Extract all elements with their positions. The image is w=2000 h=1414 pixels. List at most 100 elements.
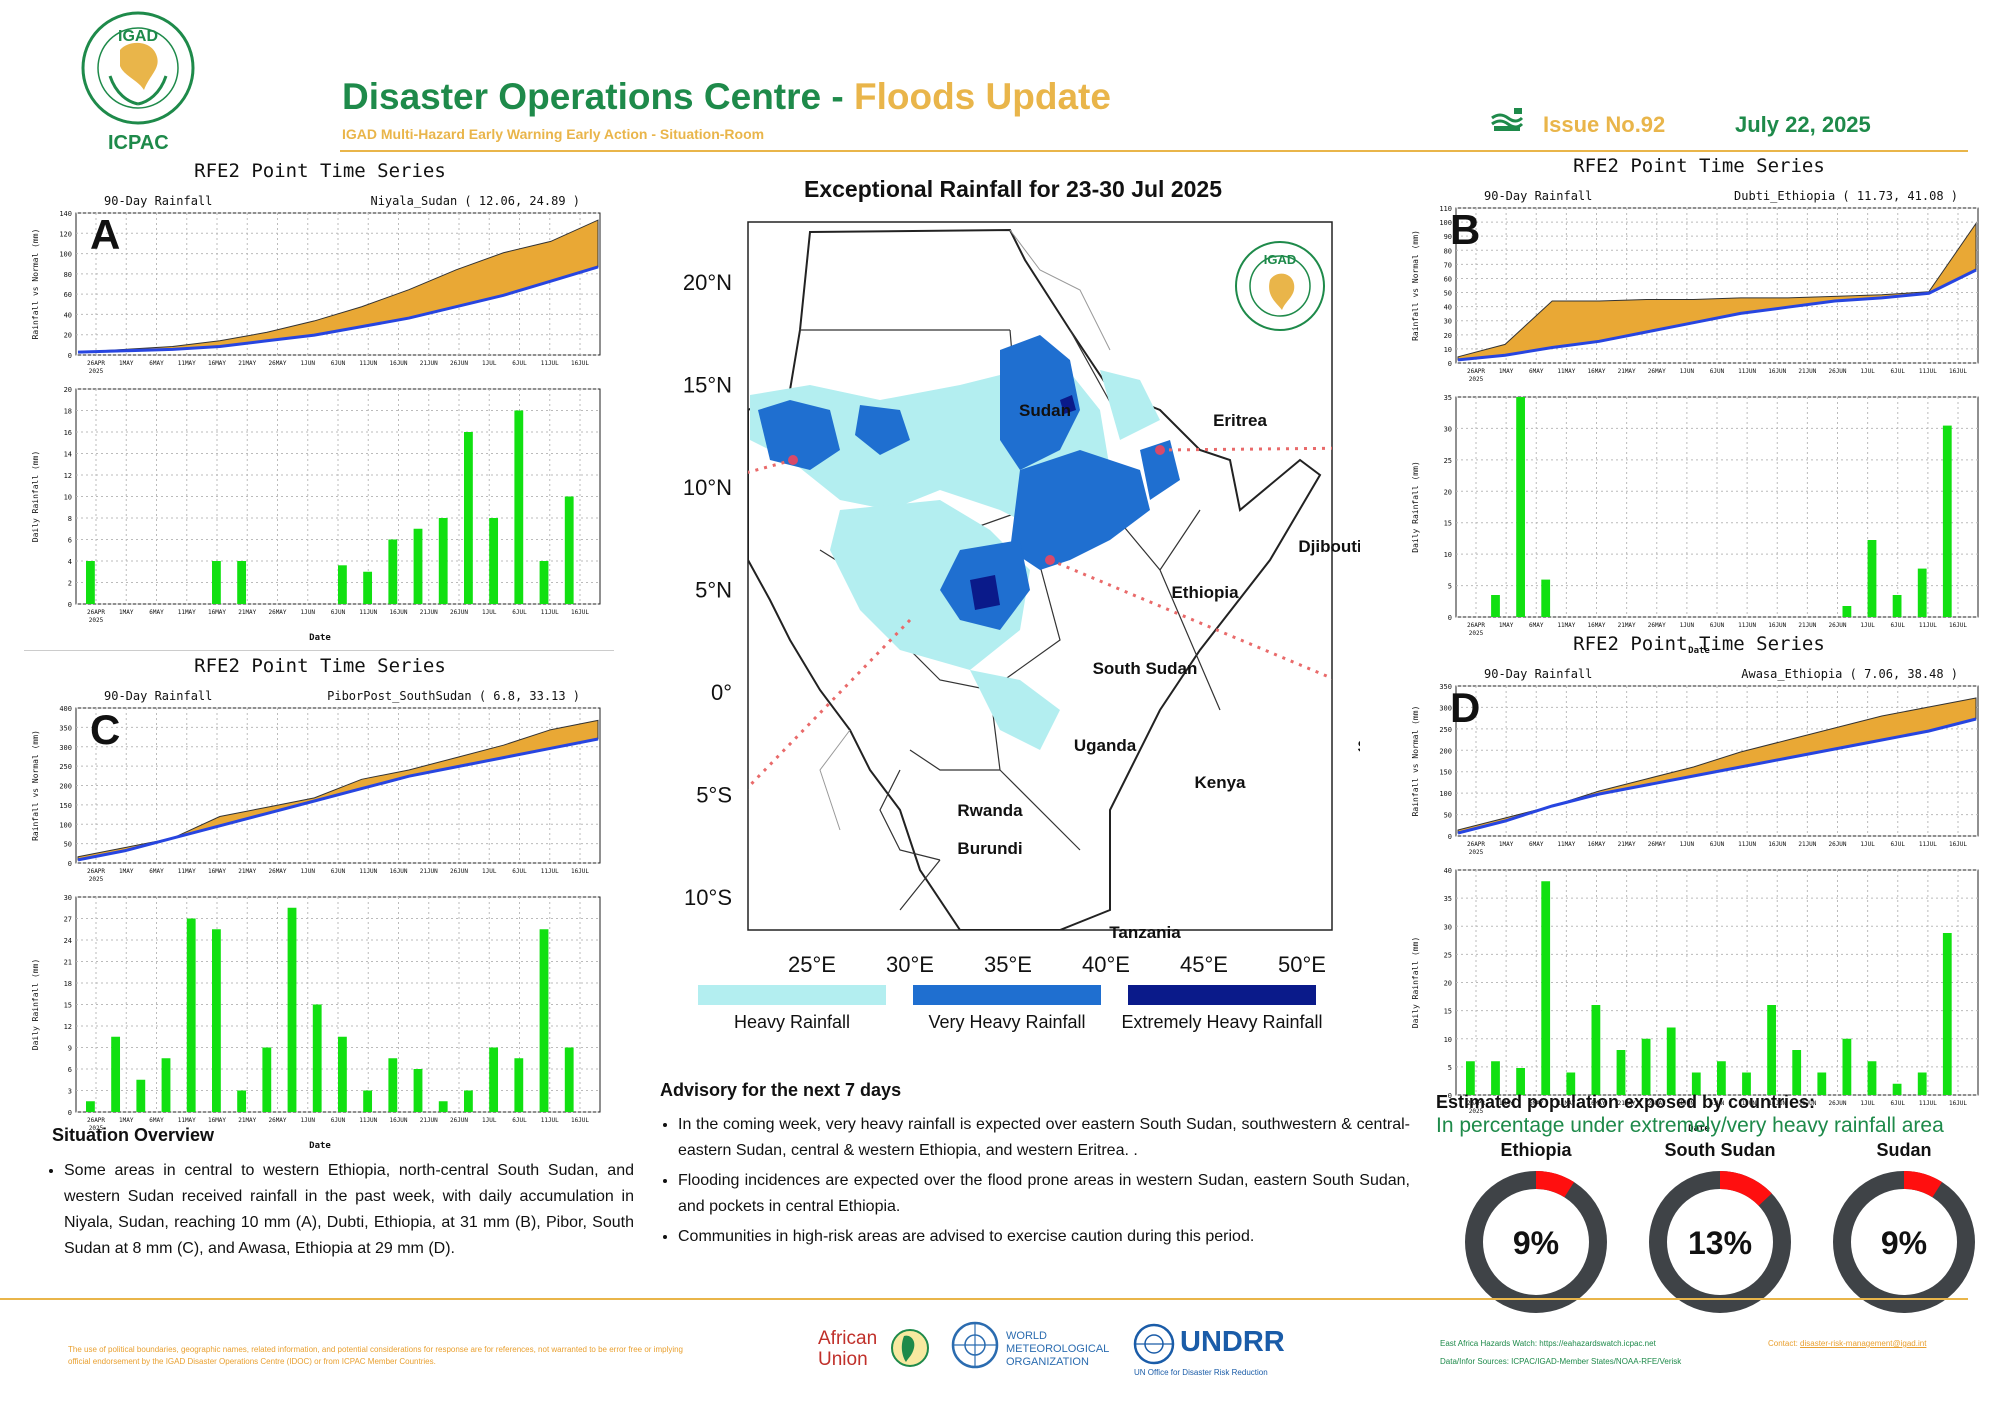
- legend-swatch: [1128, 985, 1316, 1005]
- tick-label: 16JUN: [1768, 368, 1786, 375]
- wmo-line: WORLD: [1006, 1330, 1047, 1342]
- tick-label: 6JUL: [1891, 841, 1906, 848]
- tick-label: 30: [1444, 425, 1452, 433]
- panel-left-label: 90-Day Rainfall: [1484, 667, 1592, 681]
- tick-label: 21JUN: [420, 1117, 438, 1124]
- daily-rainfall-bar: [1717, 1061, 1726, 1095]
- panel-heading: RFE2 Point Time Series: [194, 160, 446, 182]
- tick-label: 11JUN: [1738, 841, 1756, 848]
- tick-label: 24: [64, 937, 72, 945]
- axis-label: Daily Rainfall (mm): [31, 451, 40, 543]
- tick-label: 6MAY: [149, 609, 164, 616]
- tick-label: 26JUN: [1828, 368, 1846, 375]
- tick-label: 350: [59, 724, 72, 732]
- daily-rainfall-bar: [489, 518, 499, 604]
- tick-label: 1JUL: [482, 360, 497, 367]
- tick-label: 11JUL: [541, 360, 559, 367]
- tick-label: 16JUL: [571, 609, 589, 616]
- axis-label: Daily Rainfall (mm): [31, 959, 40, 1051]
- panel-divider: [24, 650, 614, 651]
- daily-rainfall-bar: [1867, 1061, 1877, 1095]
- tick-label: 11JUN: [359, 1117, 377, 1124]
- tick-label: 70: [1444, 261, 1452, 269]
- tick-label: 16JUL: [1949, 1100, 1967, 1107]
- tick-label: 0: [1448, 833, 1452, 841]
- tick-label: 1MAY: [119, 1117, 134, 1124]
- daily-rainfall-bar: [1541, 579, 1551, 617]
- tick-label: 16MAY: [208, 360, 226, 367]
- daily-rainfall-bar: [1491, 595, 1500, 617]
- page-title: Disaster Operations Centre - Floods Upda…: [342, 76, 1111, 117]
- tick-label: 10: [1444, 346, 1452, 354]
- population-heading: Estimated population exposed by countrie…: [1436, 1092, 1816, 1112]
- tick-label: 120: [59, 230, 72, 238]
- tick-label: 11MAY: [1557, 368, 1575, 375]
- tick-label: 150: [59, 802, 72, 810]
- page-subtitle: IGAD Multi-Hazard Early Warning Early Ac…: [342, 126, 765, 142]
- tick-label: 26JUN: [1828, 1100, 1846, 1107]
- donut-country: Sudan: [1876, 1140, 1932, 1160]
- igad-badge-text: IGAD: [1264, 252, 1297, 267]
- country-label: Uganda: [1074, 736, 1137, 755]
- data-sources: Data/Infor Sources: ICPAC/IGAD-Member St…: [1440, 1357, 1682, 1366]
- tick-label: 26MAY: [268, 360, 286, 367]
- tick-label: 300: [59, 744, 72, 752]
- daily-rainfall-bar: [388, 539, 398, 604]
- axis-label: Rainfall vs Normal (mm): [1411, 706, 1420, 817]
- daily-rainfall-bar: [363, 571, 373, 604]
- panel-letter: C: [90, 706, 120, 753]
- tick-label: 11JUN: [359, 360, 377, 367]
- panel-station: Dubti_Ethiopia ( 11.73, 41.08 ): [1734, 189, 1958, 203]
- tick-label: 26APR: [1467, 841, 1485, 848]
- daily-rainfall-bar: [338, 565, 347, 604]
- donut-value: 9%: [1881, 1225, 1927, 1261]
- tick-label: 15: [64, 1002, 72, 1010]
- tick-label: 1MAY: [1499, 841, 1514, 848]
- daily-rainfall-bar: [489, 1047, 499, 1112]
- contact-email[interactable]: disaster-risk-management@igad.int: [1800, 1339, 1926, 1348]
- advisory-heading: Advisory for the next 7 days: [660, 1080, 902, 1100]
- tick-label: 100: [59, 821, 72, 829]
- longitude-label: 30°E: [886, 952, 934, 977]
- tick-label: 16JUL: [1949, 368, 1967, 375]
- tick-label: 6JUL: [1891, 368, 1906, 375]
- tick-label: 6JUL: [512, 360, 527, 367]
- axis-label: Rainfall vs Normal (mm): [1411, 230, 1420, 341]
- daily-rainfall-bar: [1491, 1061, 1500, 1095]
- time-series-panel: RFE2 Point Time Series 90-Day Rainfall Pib…: [31, 655, 601, 1151]
- tick-label: 6MAY: [1529, 368, 1544, 375]
- population-subheading: In percentage under extremely/very heavy…: [1436, 1114, 1944, 1137]
- tick-label: 26APR: [87, 868, 105, 875]
- tick-label: 40: [64, 311, 72, 319]
- tick-label: 1JUL: [482, 1117, 497, 1124]
- tick-label: 26JUN: [1828, 841, 1846, 848]
- tick-label: 16MAY: [208, 1117, 226, 1124]
- hazards-watch-link[interactable]: East Africa Hazards Watch: https://eahaz…: [1440, 1338, 1656, 1350]
- tick-label: 0: [1448, 360, 1452, 368]
- tick-label: 21MAY: [238, 868, 256, 875]
- tick-label: 11JUL: [541, 609, 559, 616]
- tick-label: 0: [68, 601, 72, 609]
- tick-label: 2: [68, 580, 72, 588]
- tick-label: 18: [64, 980, 72, 988]
- tick-label: 21: [64, 959, 72, 967]
- tick-label: 50: [64, 841, 72, 849]
- tick-label: 2025: [1469, 849, 1484, 856]
- axis-label: Rainfall vs Normal (mm): [31, 730, 40, 841]
- country-label: Tanzania: [1109, 923, 1181, 942]
- tick-label: 6: [68, 537, 72, 545]
- tick-label: 6JUL: [512, 868, 527, 875]
- tick-label: 60: [1444, 275, 1452, 283]
- tick-label: 30: [64, 894, 72, 902]
- logo-org-name: ICPAC: [108, 132, 169, 154]
- tick-label: 16MAY: [208, 609, 226, 616]
- tick-label: 30: [1444, 318, 1452, 326]
- tick-label: 4: [68, 558, 72, 566]
- daily-rainfall-bar: [1942, 425, 1952, 617]
- tick-label: 6JUN: [1710, 841, 1725, 848]
- daily-rainfall-bar: [564, 496, 574, 604]
- daily-rainfall-bar: [136, 1079, 146, 1112]
- longitude-label: 40°E: [1082, 952, 1130, 977]
- tick-label: 11JUL: [1919, 1100, 1937, 1107]
- tick-label: 5: [1448, 1064, 1452, 1072]
